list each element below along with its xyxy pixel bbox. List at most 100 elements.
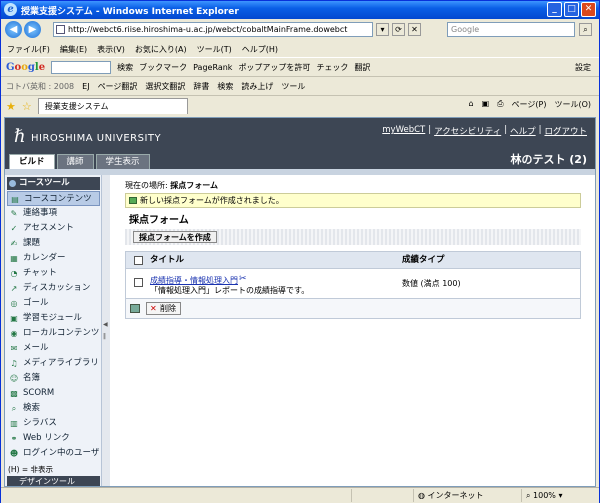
tab-build[interactable]: ビルド <box>9 154 55 169</box>
sidebar-item-calendar[interactable]: ▦ カレンダー <box>7 251 100 266</box>
calendar-icon: ▦ <box>10 254 18 263</box>
sidebar-item-course-content[interactable]: ▤ コースコンテンツ <box>7 191 100 206</box>
sidebar-item-roster[interactable]: ☺ 名簿 <box>7 371 100 386</box>
menu-tools[interactable]: ツール(T) <box>197 44 232 55</box>
syllabus-icon: ▥ <box>10 419 18 428</box>
back-button[interactable]: ◀ <box>5 21 22 38</box>
tab-student-view[interactable]: 学生表示 <box>95 154 150 169</box>
settings-button[interactable]: 設定 <box>575 62 591 73</box>
sidebar-item-goals[interactable]: ◎ ゴール <box>7 296 100 311</box>
expand-arrow-icon[interactable]: ‖ <box>103 333 109 340</box>
maximize-button[interactable]: □ <box>564 2 579 17</box>
media-icon: ♫ <box>10 359 18 368</box>
status-segment <box>351 489 411 502</box>
menu-file[interactable]: ファイル(F) <box>7 44 50 55</box>
tools-menu[interactable]: ツール(O) <box>554 99 591 110</box>
assignment-icon: ✍ <box>10 239 18 248</box>
add-favorites-icon[interactable]: ☆ <box>22 100 32 113</box>
sidebar-item-online-users[interactable]: ☻ ログイン中のユーザ <box>7 446 100 461</box>
row-checkbox[interactable] <box>134 278 143 287</box>
url-text: http://webct6.riise.hiroshima-u.ac.jp/we… <box>68 25 348 34</box>
sidebar-item-assessments[interactable]: ✓ アセスメント <box>7 221 100 236</box>
collapse-arrow-icon[interactable]: ◀ <box>103 321 109 328</box>
sidebar-item-announcements[interactable]: ✎ 連絡事項 <box>7 206 100 221</box>
refresh-button[interactable]: ⟳ <box>392 23 405 36</box>
popup-allow-button[interactable]: ポップアップを許可 <box>238 62 310 73</box>
link-icon: ⚭ <box>10 434 18 443</box>
sidebar-item-discussion[interactable]: ↗ ディスカッション <box>7 281 100 296</box>
menu-favorites[interactable]: お気に入り(A) <box>135 44 187 55</box>
collapse-icon <box>9 180 16 187</box>
menu-edit[interactable]: 編集(E) <box>60 44 87 55</box>
sidebar-item-mail[interactable]: ✉ メール <box>7 341 100 356</box>
sidebar-item-learning-modules[interactable]: ▣ 学習モジュール <box>7 311 100 326</box>
hidden-legend: (H) = 非表示 <box>8 465 54 474</box>
search-input[interactable]: Google <box>447 22 575 37</box>
read-aloud-button[interactable]: 読み上げ <box>241 81 273 92</box>
google-search-button[interactable]: 検索 <box>117 62 133 73</box>
design-tools-heading[interactable]: デザインツール <box>7 476 100 486</box>
help-link[interactable]: ヘルプ <box>510 125 536 137</box>
sidebar-item-scorm[interactable]: ▩ SCORM <box>7 386 100 401</box>
page-menu[interactable]: ページ(P) <box>512 99 547 110</box>
accessibility-link[interactable]: アクセシビリティ <box>434 125 501 137</box>
feeds-icon[interactable]: ▣ <box>482 99 490 110</box>
sidebar-item-assignments[interactable]: ✍ 課題 <box>7 236 100 251</box>
page-translate-button[interactable]: ページ翻訳 <box>98 81 138 92</box>
selection-translate-button[interactable]: 選択文翻訳 <box>145 81 185 92</box>
translate-tools-button[interactable]: ツール <box>281 81 305 92</box>
content-icon: ▤ <box>11 195 19 204</box>
globe-icon: ◍ <box>418 491 425 500</box>
address-bar[interactable]: http://webct6.riise.hiroshima-u.ac.jp/we… <box>53 22 373 37</box>
sidebar-item-local-content[interactable]: ◉ ローカルコンテンツ <box>7 326 100 341</box>
address-dropdown-button[interactable]: ▾ <box>376 23 389 36</box>
sidebar-item-web-links[interactable]: ⚭ Web リンク <box>7 431 100 446</box>
browser-tab[interactable]: 授業支援システム <box>37 98 188 114</box>
zoom-level[interactable]: ⌕ 100% ▾ <box>521 489 596 502</box>
chat-icon: ◔ <box>10 269 18 278</box>
menu-view[interactable]: 表示(V) <box>97 44 125 55</box>
select-all-checkbox[interactable] <box>134 256 143 265</box>
google-toolbar: Google 検索 ブックマーク PageRank ポップアップを許可 チェック… <box>1 57 599 77</box>
menu-bar: ファイル(F) 編集(E) 表示(V) お気に入り(A) ツール(T) ヘルプ(… <box>1 41 599 57</box>
favorites-star-icon[interactable]: ★ <box>6 100 16 113</box>
stop-button[interactable]: ✕ <box>408 23 421 36</box>
menu-help[interactable]: ヘルプ(H) <box>242 44 278 55</box>
google-search-input[interactable] <box>51 60 112 74</box>
web-page: ℏ HIROSHIMA UNIVERSITY myWebCT | アクセシビリティ… <box>4 117 596 487</box>
course-tools-sidebar: コースツール ▤ コースコンテンツ ✎ 連絡事項 ✓ アセスメント ✍ 課題 ▦ カレンダ… <box>5 175 102 486</box>
sidebar-item-chat[interactable]: ◔ チャット <box>7 266 100 281</box>
print-icon[interactable]: ⎙ <box>497 99 503 110</box>
pagerank-indicator[interactable]: PageRank <box>193 63 232 72</box>
dictionary-label: コトバ英和 : 2008 <box>6 81 75 91</box>
create-grading-form-button[interactable]: 採点フォームを作成 <box>133 231 217 243</box>
sidebar-item-media-library[interactable]: ♫ メディアライブラリ <box>7 356 100 371</box>
minimize-button[interactable]: _ <box>547 2 562 17</box>
edit-icon[interactable]: ✂ <box>239 274 247 284</box>
dictionary-button[interactable]: 辞書 <box>193 81 209 92</box>
close-button[interactable]: ✕ <box>581 2 596 17</box>
tab-instructor[interactable]: 講師 <box>56 154 94 169</box>
translate-search-button[interactable]: 検索 <box>217 81 233 92</box>
home-icon[interactable]: ⌂ <box>469 99 474 110</box>
forward-button[interactable]: ▶ <box>24 21 41 38</box>
mywebct-link[interactable]: myWebCT <box>382 125 425 137</box>
sidebar-splitter[interactable]: ◀ ‖ <box>102 175 110 486</box>
grade-type-value: 数値 (満点 100) <box>402 279 461 288</box>
search-icon[interactable]: ⌕ <box>579 23 592 36</box>
translate-button[interactable]: 翻訳 <box>354 62 370 73</box>
delete-button[interactable]: ✕ 削除 <box>146 302 181 315</box>
header-tabs: ビルド 講師 学生表示 <box>9 154 150 169</box>
logout-link[interactable]: ログアウト <box>544 125 587 137</box>
sidebar-item-syllabus[interactable]: ▥ シラバス <box>7 416 100 431</box>
selection-arrow-icon <box>130 304 140 313</box>
check-button[interactable]: チェック <box>316 62 348 73</box>
sidebar-item-search[interactable]: ⌕ 検索 <box>7 401 100 416</box>
breadcrumb: 現在の場所: 採点フォーム <box>125 181 219 190</box>
module-icon: ▣ <box>10 314 18 323</box>
table-footer: ✕ 削除 <box>126 298 580 318</box>
course-tools-heading[interactable]: コースツール <box>7 177 100 190</box>
bookmark-button[interactable]: ブックマーク <box>139 62 187 73</box>
ej-button[interactable]: EJ <box>82 82 89 91</box>
title-bar: e 授業支援システム - Windows Internet Explorer _… <box>1 1 599 19</box>
